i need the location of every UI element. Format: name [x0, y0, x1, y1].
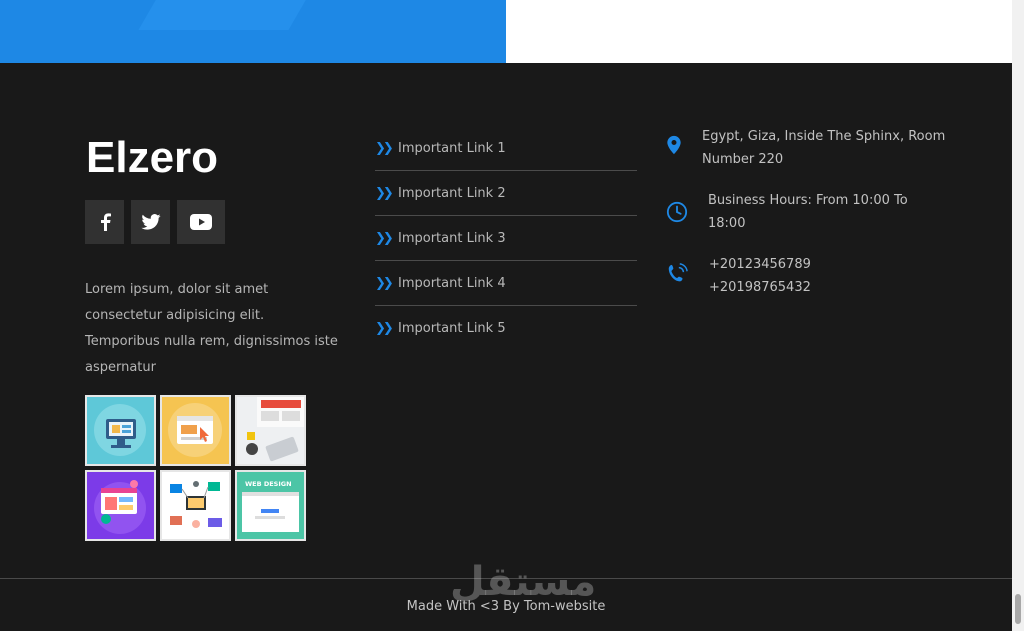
copyright-text: Made With <3 By Tom-website	[406, 599, 606, 614]
top-banner-image	[0, 0, 506, 63]
footer-link-2[interactable]: ❯❯ Important Link 2	[375, 171, 637, 216]
double-chevron-right-icon: ❯❯	[375, 320, 394, 336]
footer-links: ❯❯ Important Link 1 ❯❯ Important Link 2 ❯❯…	[375, 126, 637, 350]
desk-workspace-photo-icon	[246, 397, 304, 462]
hours-line-1: Business Hours: From 10:00 To	[708, 193, 908, 208]
footer-link-3[interactable]: ❯❯ Important Link 3	[375, 216, 637, 261]
facebook-button[interactable]	[85, 200, 124, 244]
address-line-1: Egypt, Giza, Inside The Sphinx, Room	[702, 129, 946, 144]
top-white-area	[506, 0, 1012, 63]
clock-icon	[666, 201, 688, 223]
footer-bottom-bar: مستقل Made With <3 By Tom-website	[0, 559, 1012, 632]
youtube-button[interactable]	[177, 200, 225, 244]
browser-cursor-illustration-icon	[168, 403, 222, 457]
double-chevron-right-icon: ❯❯	[375, 140, 394, 156]
address-line-2: Number 220	[702, 152, 784, 167]
map-pin-icon	[667, 135, 681, 155]
phone-line-2: +20198765432	[709, 280, 811, 295]
devices-network-illustration-icon	[170, 481, 222, 528]
gallery-tile-purple[interactable]	[85, 470, 156, 541]
purple-app-illustration-icon	[94, 480, 146, 534]
gallery-tile-webdesign[interactable]: WEB DESIGN	[235, 470, 306, 541]
social-links	[85, 200, 225, 244]
footer-link-label: Important Link 4	[398, 275, 506, 291]
footer-link-label: Important Link 1	[398, 140, 506, 156]
web-design-label: WEB DESIGN	[245, 480, 292, 488]
facebook-icon	[100, 213, 111, 231]
double-chevron-right-icon: ❯❯	[375, 275, 394, 291]
footer-link-label: Important Link 5	[398, 320, 506, 336]
footer-link-label: Important Link 2	[398, 185, 506, 201]
twitter-button[interactable]	[131, 200, 170, 244]
footer-link-1[interactable]: ❯❯ Important Link 1	[375, 126, 637, 171]
phone-ringing-icon	[668, 263, 688, 282]
web-design-illustration-icon: WEB DESIGN	[242, 480, 299, 532]
double-chevron-right-icon: ❯❯	[375, 185, 394, 201]
footer-link-4[interactable]: ❯❯ Important Link 4	[375, 261, 637, 306]
twitter-icon	[140, 214, 161, 230]
monitor-illustration-icon	[94, 404, 146, 456]
footer-brand-title: Elzero	[86, 133, 219, 182]
footer-link-5[interactable]: ❯❯ Important Link 5	[375, 306, 637, 350]
footer-link-label: Important Link 3	[398, 230, 506, 246]
page-scrollbar[interactable]	[1012, 0, 1024, 631]
footer-about-text: Lorem ipsum, dolor sit amet consectetur …	[85, 282, 338, 375]
scrollbar-thumb[interactable]	[1015, 594, 1021, 624]
footer-gallery: WEB DESIGN	[85, 395, 306, 541]
gallery-tile-monitor[interactable]	[85, 395, 156, 466]
gallery-tile-browser[interactable]	[160, 395, 231, 466]
banner-shape	[138, 0, 312, 30]
gallery-tile-desk[interactable]	[235, 395, 306, 466]
phone-line-1: +20123456789	[709, 257, 811, 272]
youtube-icon	[190, 214, 212, 230]
hours-line-2: 18:00	[708, 216, 746, 231]
site-footer: Elzero Lorem ipsum, dolor sit amet conse…	[0, 63, 1012, 631]
double-chevron-right-icon: ❯❯	[375, 230, 394, 246]
gallery-tile-devices[interactable]	[160, 470, 231, 541]
